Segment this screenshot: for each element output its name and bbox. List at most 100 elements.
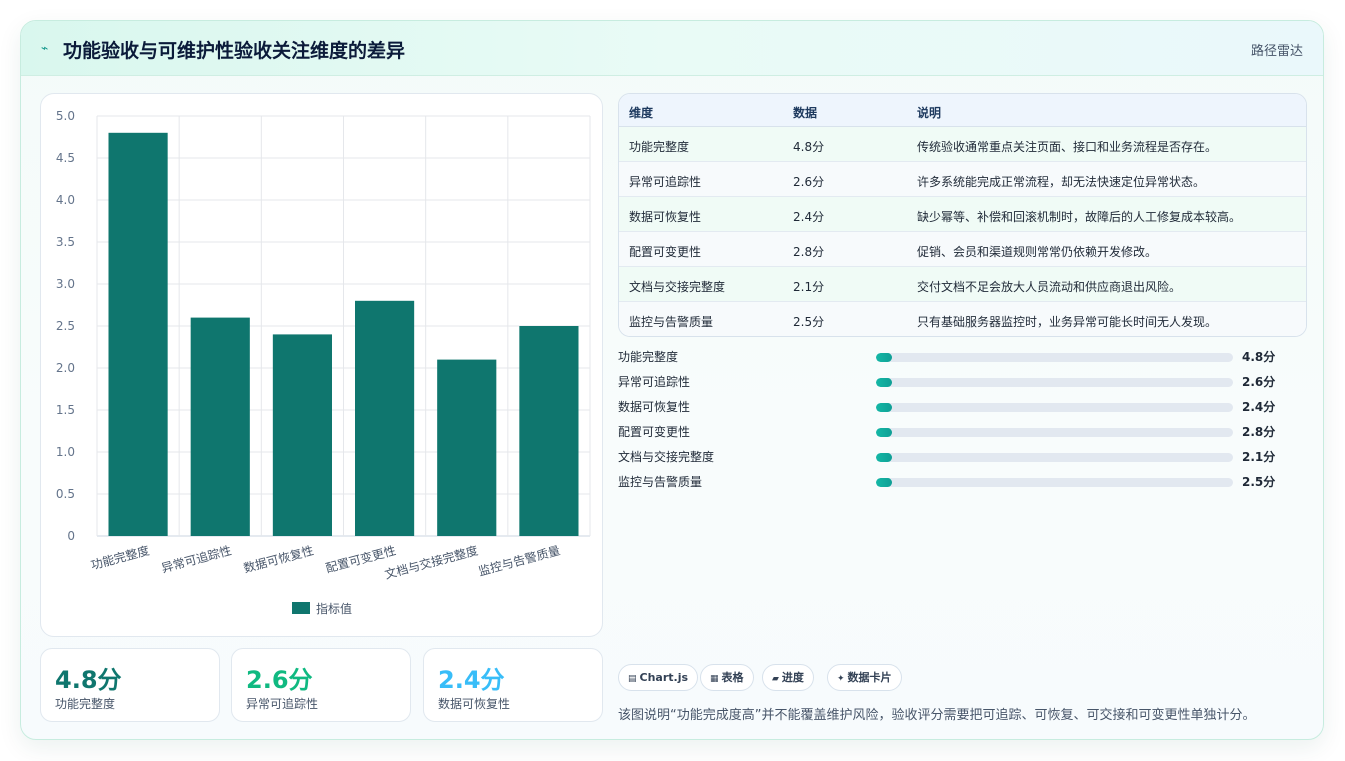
kpi-card: 2.6分 异常可追踪性 (231, 648, 411, 722)
dashboard-card: ⌁ 功能验收与可维护性验收关注维度的差异 路径雷达 0 0.5 1.0 1.5 2.0 2… (20, 20, 1324, 740)
y-tick-label: 1.5 (56, 403, 75, 417)
progress-track (876, 478, 1233, 487)
table-row: 数据可恢复性 2.4分 缺少幂等、补偿和回滚机制时，故障后的人工修复成本较高。 (619, 197, 1306, 232)
x-tick-label: 异常可追踪性 (160, 542, 233, 575)
kpi-card: 2.4分 数据可恢复性 (423, 648, 603, 722)
bar (108, 132, 168, 537)
progress-value: 2.6分 (1242, 375, 1276, 389)
progress-track (876, 378, 1233, 387)
progress-fill (876, 453, 893, 462)
progress-track (876, 353, 1233, 362)
bar (272, 334, 332, 536)
page-title: 功能验收与可维护性验收关注维度的差异 (63, 40, 406, 62)
chip-label: 数据卡片 (847, 671, 892, 684)
progress-row: 功能完整度 4.8分 (618, 345, 1307, 365)
bar (190, 317, 250, 536)
bar (355, 300, 415, 536)
chip-label: 表格 (721, 671, 744, 684)
y-tick-label: 3.5 (56, 235, 75, 249)
table-cell: 异常可追踪性 (629, 175, 702, 189)
table-header-row: 维度 数据 说明 (619, 94, 1306, 127)
chip-progress[interactable]: ▰ 进度 (762, 664, 814, 691)
progress-row: 配置可变更性 2.8分 (618, 420, 1307, 440)
table-row: 异常可追踪性 2.6分 许多系统能完成正常流程，却无法快速定位异常状态。 (619, 162, 1306, 197)
header-bar: ⌁ 功能验收与可维护性验收关注维度的差异 路径雷达 (21, 21, 1323, 76)
table-row: 文档与交接完整度 2.1分 交付文档不足会放大人员流动和供应商退出风险。 (619, 267, 1306, 302)
table-cell: 数据可恢复性 (629, 210, 702, 224)
table-row: 功能完整度 4.8分 传统验收通常重点关注页面、接口和业务流程是否存在。 (619, 127, 1306, 162)
kpi-label: 异常可追踪性 (246, 697, 319, 711)
bar (519, 326, 579, 536)
y-tick-label: 3.0 (56, 277, 75, 291)
y-tick-label: 0 (67, 529, 75, 543)
progress-row: 文档与交接完整度 2.1分 (618, 445, 1307, 465)
chip-label: 进度 (781, 671, 804, 684)
table-header-cell: 说明 (917, 106, 942, 120)
table-header-cell: 维度 (629, 106, 654, 120)
progress-fill (876, 353, 893, 362)
table-cell: 促销、会员和渠道规则常常仍依赖开发修改。 (917, 245, 1158, 259)
progress-fill (876, 478, 893, 487)
header-tag: 路径雷达 (1250, 44, 1303, 59)
progress-value: 2.1分 (1242, 450, 1276, 464)
progress-label: 功能完整度 (618, 350, 679, 364)
kpi-value: 2.4分 (438, 666, 505, 694)
table-row: 配置可变更性 2.8分 促销、会员和渠道规则常常仍依赖开发修改。 (619, 232, 1306, 267)
y-tick-label: 2.5 (56, 319, 75, 333)
x-tick-label: 功能完整度 (89, 542, 151, 572)
table-cell: 文档与交接完整度 (629, 280, 726, 294)
progress-fill (876, 378, 893, 387)
kpi-label: 功能完整度 (55, 697, 116, 711)
progress-track (876, 403, 1233, 412)
progress-value: 2.4分 (1242, 400, 1276, 414)
data-table: 维度 数据 说明 功能完整度 4.8分 传统验收通常重点关注页面、接口和业务流程… (618, 93, 1307, 337)
progress-label: 配置可变更性 (618, 425, 691, 439)
chip-table[interactable]: ▦ 表格 (700, 664, 754, 691)
progress-label: 监控与告警质量 (618, 475, 703, 489)
progress-value: 2.8分 (1242, 425, 1276, 439)
table-icon: ▦ (710, 674, 719, 684)
table-cell: 2.5分 (793, 315, 825, 329)
table-cell: 许多系统能完成正常流程，却无法快速定位异常状态。 (917, 175, 1206, 189)
kpi-label: 数据可恢复性 (438, 697, 511, 711)
legend-swatch (292, 602, 310, 614)
table-cell: 只有基础服务器监控时，业务异常可能长时间无人发现。 (917, 315, 1218, 329)
table-cell: 4.8分 (793, 140, 825, 154)
table-cell: 配置可变更性 (629, 245, 702, 259)
sparkle-icon: ✦ (837, 674, 845, 684)
table-cell: 交付文档不足会放大人员流动和供应商退出风险。 (917, 280, 1182, 294)
y-tick-label: 1.0 (56, 445, 75, 459)
chip-label: Chart.js (639, 671, 689, 684)
table-cell: 2.4分 (793, 210, 825, 224)
table-cell: 2.1分 (793, 280, 825, 294)
y-tick-label: 4.0 (56, 193, 75, 207)
table-row: 监控与告警质量 2.5分 只有基础服务器监控时，业务异常可能长时间无人发现。 (619, 302, 1306, 336)
progress-icon: ▰ (772, 674, 779, 684)
kpi-value: 4.8分 (55, 666, 122, 694)
legend-label: 指标值 (316, 601, 352, 616)
progress-row: 数据可恢复性 2.4分 (618, 395, 1307, 415)
progress-fill (876, 428, 893, 437)
table-cell: 2.6分 (793, 175, 825, 189)
progress-row: 异常可追踪性 2.6分 (618, 370, 1307, 390)
table-cell: 缺少幂等、补偿和回滚机制时，故障后的人工修复成本较高。 (917, 210, 1242, 224)
progress-value: 4.8分 (1242, 350, 1276, 364)
progress-track (876, 453, 1233, 462)
progress-track (876, 428, 1233, 437)
table-header-cell: 数据 (793, 106, 818, 120)
y-tick-label: 2.0 (56, 361, 75, 375)
kpi-value: 2.6分 (246, 666, 313, 694)
lightning-icon: ⌁ (41, 41, 49, 55)
y-tick-label: 0.5 (56, 487, 75, 501)
table-cell: 功能完整度 (629, 140, 690, 154)
chip-data-cards[interactable]: ✦ 数据卡片 (827, 664, 902, 691)
table-cell: 监控与告警质量 (629, 315, 714, 329)
chip-chartjs[interactable]: ▤ Chart.js (618, 664, 699, 691)
footer-note: 该图说明“功能完成度高”并不能覆盖维护风险，验收评分需要把可追踪、可恢复、可交接… (618, 708, 1256, 723)
progress-row: 监控与告警质量 2.5分 (618, 470, 1307, 490)
progress-fill (876, 403, 893, 412)
table-cell: 2.8分 (793, 245, 825, 259)
x-tick-label: 数据可恢复性 (242, 542, 315, 575)
y-tick-label: 4.5 (56, 151, 75, 165)
progress-value: 2.5分 (1242, 475, 1276, 489)
